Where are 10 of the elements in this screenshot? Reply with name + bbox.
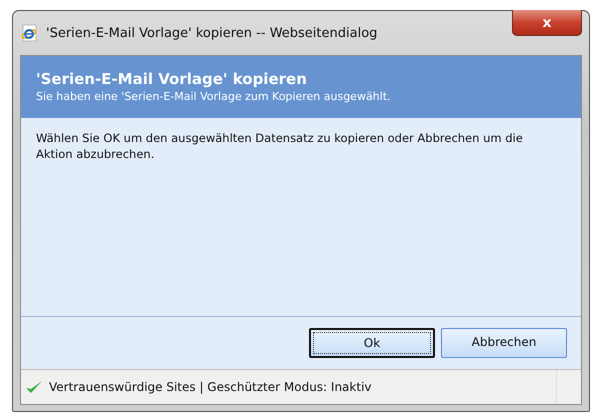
browser-icon — [20, 24, 38, 42]
dialog-button[interactable]: Ok — [309, 328, 435, 358]
status-text: Vertrauenswürdige Sites | Geschützter Modus: Inaktiv — [49, 380, 372, 394]
dialog-button[interactable]: Abbrechen — [441, 328, 567, 358]
checkmark-icon — [25, 379, 43, 395]
close-button[interactable]: x — [512, 10, 582, 36]
window-title: 'Serien-E-Mail Vorlage' kopieren -- Webseitendialog — [46, 26, 378, 40]
header-subtitle: Sie haben eine 'Serien-E-Mail Vorlage zum Kopieren ausgewählt. — [36, 90, 392, 103]
message-text: Wählen Sie OK um den ausgewählten Datensatz zu kopieren oder Abbrechen um die Aktion abzubrechen. — [36, 130, 524, 162]
header-title: 'Serien-E-Mail Vorlage' kopieren — [36, 70, 308, 88]
